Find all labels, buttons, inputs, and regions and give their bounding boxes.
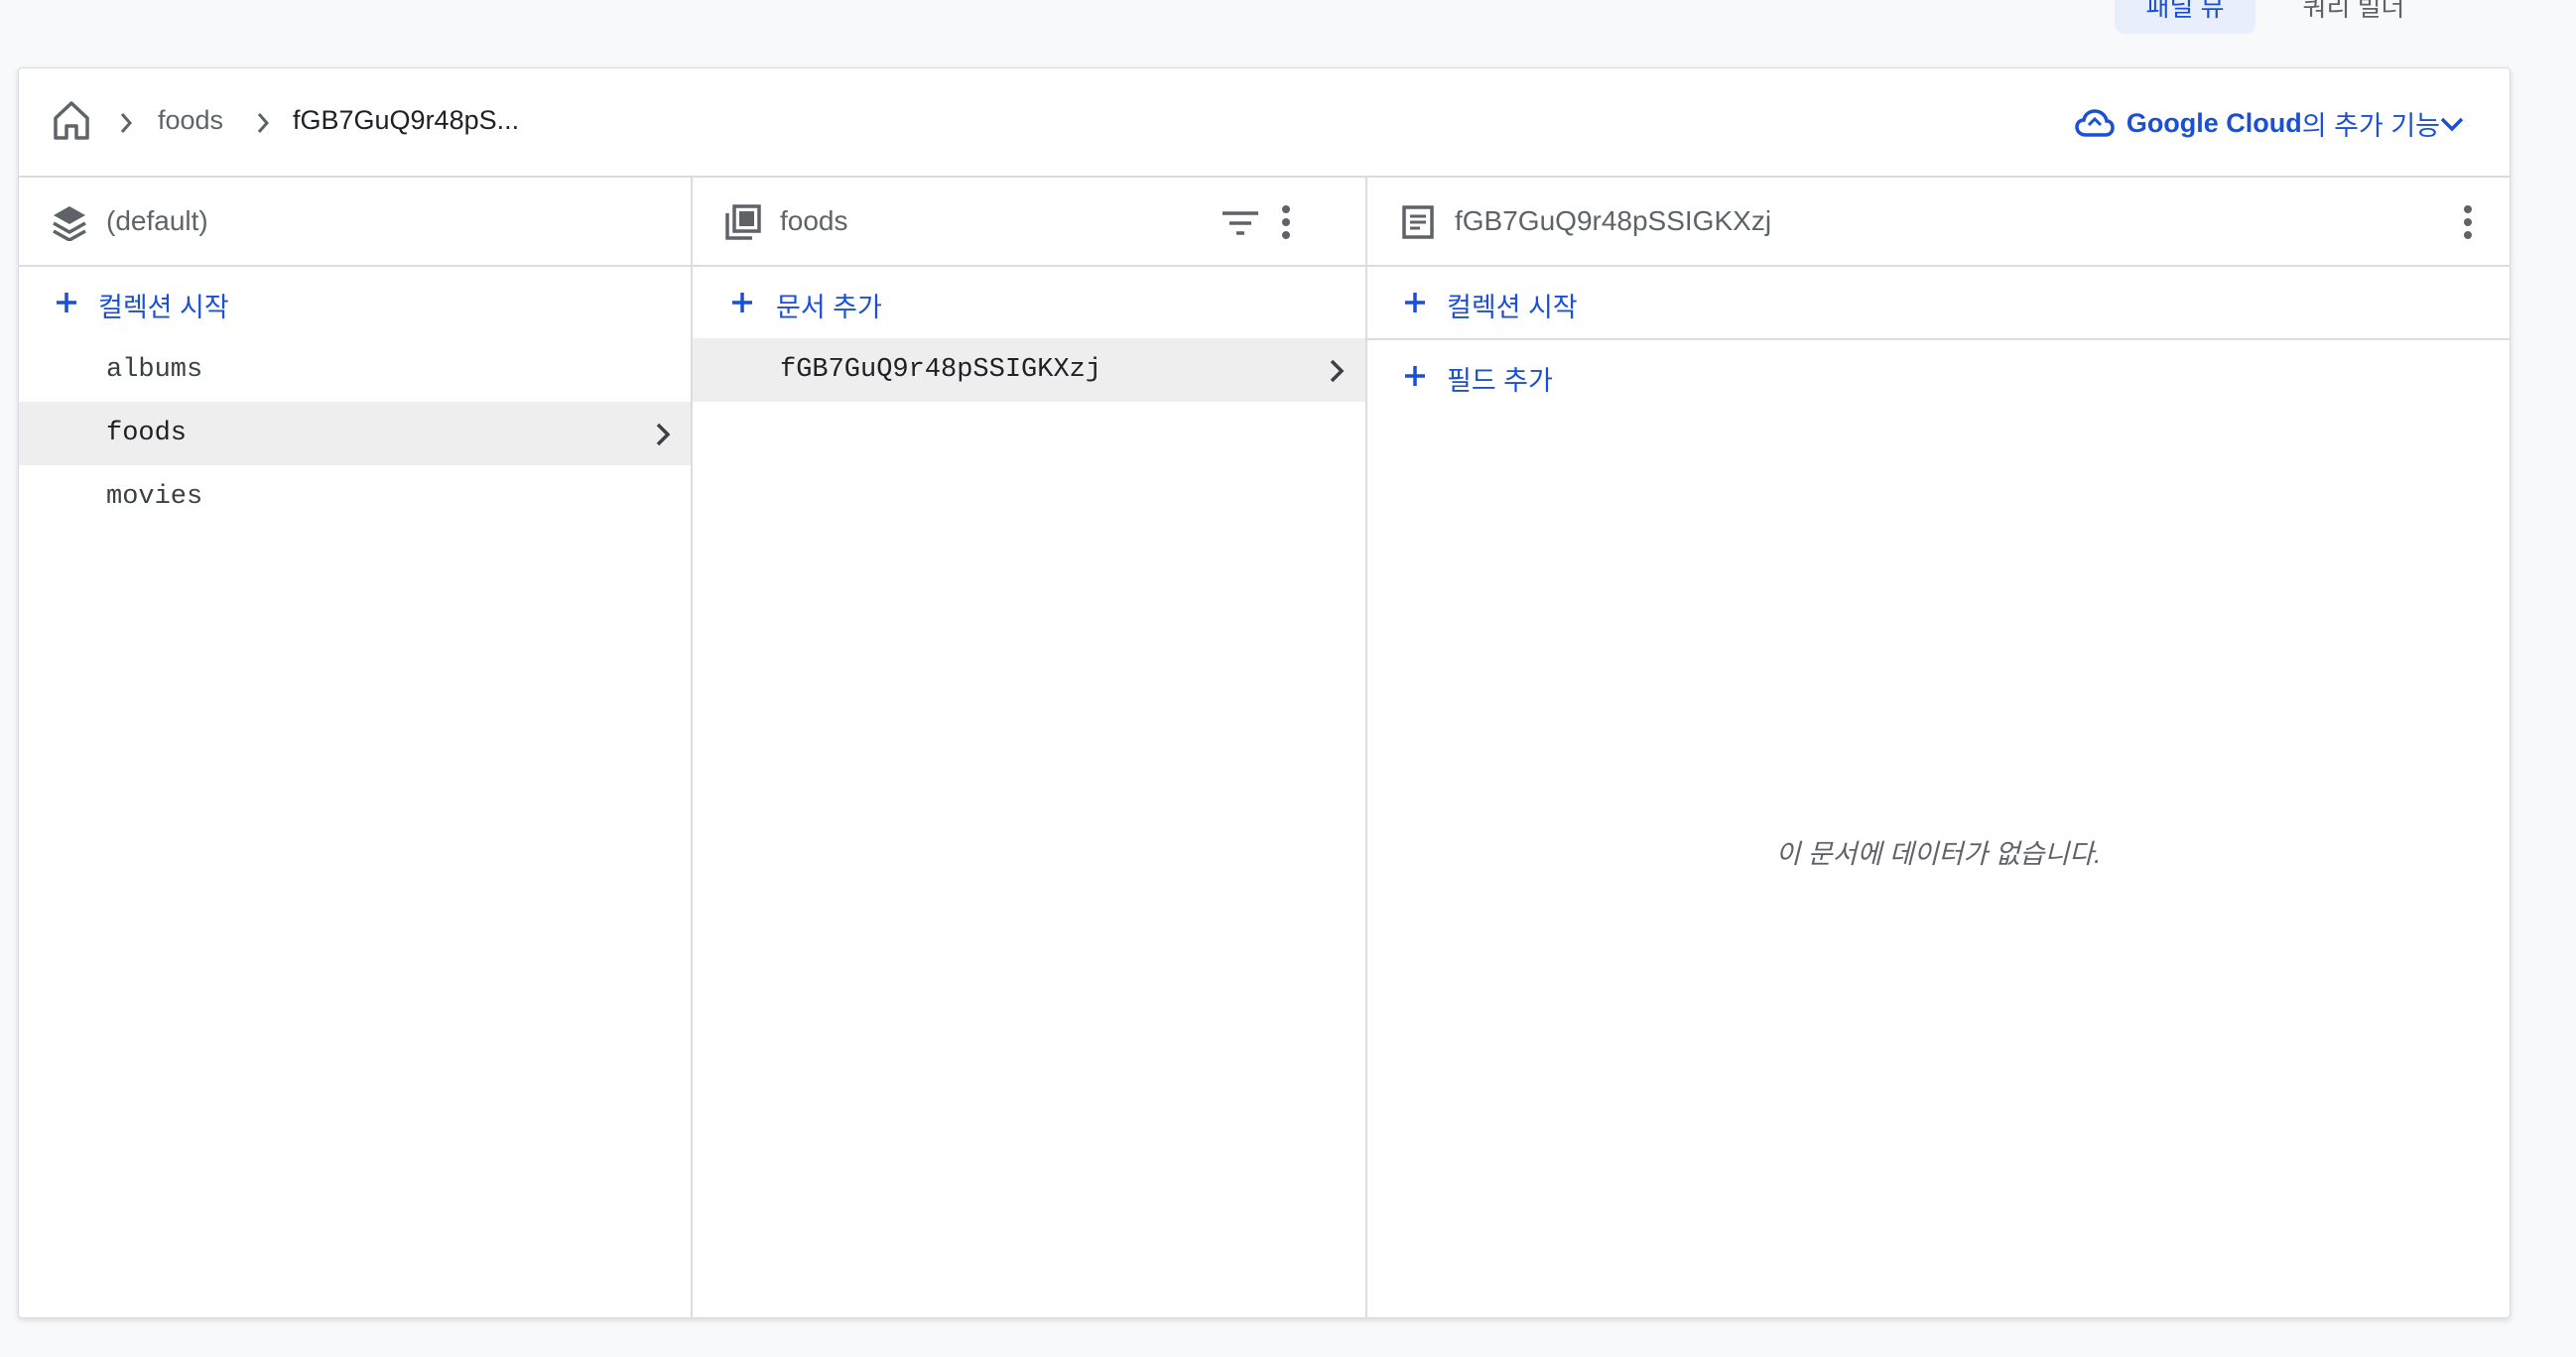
collection-item-movies[interactable]: movies xyxy=(19,465,691,529)
plus-icon xyxy=(57,293,76,312)
google-cloud-brand: Google Cloud xyxy=(2125,107,2302,138)
add-field-button[interactable]: 필드 추가 xyxy=(1367,340,2510,412)
breadcrumb-item-document[interactable]: fGB7GuQ9r48pS... xyxy=(293,105,519,136)
list-item-label: foods xyxy=(106,419,188,448)
list-item-label: albums xyxy=(106,355,203,385)
database-icon xyxy=(53,206,86,241)
database-column-header: (default) xyxy=(19,178,691,267)
collection-title: foods xyxy=(780,205,848,236)
collection-item-albums[interactable]: albums xyxy=(19,338,691,402)
empty-document-message: 이 문서에 데이터가 없습니다. xyxy=(1775,839,2102,869)
more-options-icon[interactable] xyxy=(2461,0,2485,20)
home-icon[interactable] xyxy=(52,98,91,142)
firestore-panel: foods fGB7GuQ9r48pS... Google Cloud 의 추가 … xyxy=(18,67,2511,1318)
plus-icon xyxy=(1405,293,1425,312)
google-cloud-features-link[interactable]: Google Cloud 의 추가 기능 xyxy=(2075,98,2440,148)
collection-column: foods 문서 추가 fGB7GuQ9r48pSSIGKXzj xyxy=(693,178,1367,1317)
list-item-label: fGB7GuQ9r48pSSIGKXzj xyxy=(780,355,1102,385)
database-title: (default) xyxy=(106,205,208,236)
panel-view-label: 패널 뷰 xyxy=(2145,0,2225,22)
add-document-label: 문서 추가 xyxy=(776,293,882,322)
plus-icon xyxy=(1405,366,1425,386)
chevron-right-icon xyxy=(120,113,133,133)
collection-column-header: foods xyxy=(693,178,1365,267)
chevron-down-icon[interactable] xyxy=(2438,114,2466,134)
document-item[interactable]: fGB7GuQ9r48pSSIGKXzj xyxy=(693,338,1365,402)
cloud-icon xyxy=(2075,109,2115,137)
more-vert-icon[interactable] xyxy=(2458,205,2478,241)
breadcrumb: foods fGB7GuQ9r48pS... Google Cloud 의 추가 … xyxy=(19,68,2510,178)
query-builder-label: 쿼리 빌더 xyxy=(2302,0,2405,22)
breadcrumb-item-foods[interactable]: foods xyxy=(158,105,223,136)
filter-icon[interactable] xyxy=(1221,209,1260,237)
plus-icon xyxy=(732,293,752,312)
document-title: fGB7GuQ9r48pSSIGKXzj xyxy=(1455,205,1772,236)
chevron-right-icon xyxy=(656,423,671,446)
start-collection-button[interactable]: 컬렉션 시작 xyxy=(1367,267,2510,340)
add-document-button[interactable]: 문서 추가 xyxy=(693,267,1365,338)
more-vert-icon[interactable] xyxy=(1276,205,1296,241)
document-icon xyxy=(1402,205,1434,239)
start-collection-label: 컬렉션 시작 xyxy=(1447,293,1578,322)
collection-item-foods[interactable]: foods xyxy=(19,402,691,465)
collection-icon xyxy=(725,204,761,240)
panel-view-button[interactable]: 패널 뷰 xyxy=(2115,0,2255,34)
add-field-label: 필드 추가 xyxy=(1447,366,1553,396)
google-cloud-suffix: 의 추가 기능 xyxy=(2301,110,2440,141)
columns-container: (default) 컬렉션 시작 albums foods movies foo… xyxy=(19,178,2510,1317)
start-collection-button[interactable]: 컬렉션 시작 xyxy=(19,267,691,338)
document-column: fGB7GuQ9r48pSSIGKXzj 컬렉션 시작 필드 추가 이 문서에 … xyxy=(1367,178,2510,1317)
chevron-right-icon xyxy=(257,113,270,133)
start-collection-label: 컬렉션 시작 xyxy=(98,293,229,322)
document-column-header: fGB7GuQ9r48pSSIGKXzj xyxy=(1367,178,2510,267)
chevron-right-icon xyxy=(1330,359,1345,383)
query-builder-button[interactable]: 쿼리 빌더 xyxy=(2274,0,2433,34)
database-column: (default) 컬렉션 시작 albums foods movies xyxy=(19,178,693,1317)
list-item-label: movies xyxy=(106,482,203,512)
